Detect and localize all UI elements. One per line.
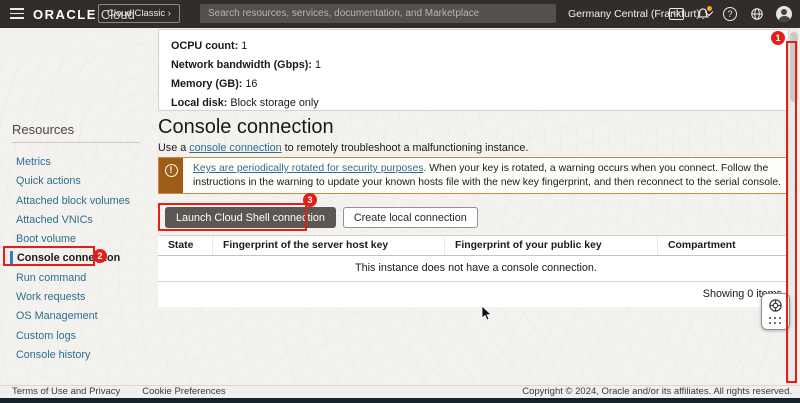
section-intro: Use a console connection to remotely tro… [158,142,528,154]
cloud-shell-icon[interactable]: <> [668,6,684,22]
column-header-state: State [158,236,213,255]
help-icon[interactable]: ? [722,6,738,22]
copyright-text: Copyright © 2024, Oracle and/or its affi… [522,386,792,397]
notifications-bell-icon[interactable] [695,6,711,22]
detail-local-disk: Local disk: Block storage only [171,94,781,113]
oracle-cloud-console: ORACLECloud Cloud Classic › Germany Cent… [0,0,800,403]
annotation-box-launch-button [158,203,307,231]
console-connection-link[interactable]: console connection [189,142,281,154]
cookie-preferences-link[interactable]: Cookie Preferences [142,386,225,397]
warning-icon: ! [165,164,178,177]
detail-ocpu-count: OCPU count: 1 [171,37,781,56]
user-avatar[interactable] [776,6,792,22]
mouse-cursor [481,305,493,322]
warning-icon-panel: ! [159,158,183,193]
column-header-server-host-key: Fingerprint of the server host key [213,236,445,255]
sidebar-item-attached-block-volumes[interactable]: Attached block volumes [0,192,158,211]
notification-dot [707,6,712,11]
create-local-connection-button[interactable]: Create local connection [343,207,478,228]
table-header-row: State Fingerprint of the server host key… [158,236,794,256]
sidebar-item-work-requests[interactable]: Work requests [0,288,158,307]
column-header-public-key: Fingerprint of your public key [445,236,658,255]
sidebar-item-quick-actions[interactable]: Quick actions [0,172,158,191]
section-title: Console connection [158,116,334,139]
search-input[interactable] [200,4,556,23]
sidebar-item-run-command[interactable]: Run command [0,269,158,288]
column-header-compartment: Compartment [658,236,794,255]
keys-rotated-link[interactable]: Keys are periodically rotated for securi… [193,163,423,174]
topbar-icons: <> ? [668,0,792,28]
detail-network-bandwidth: Network bandwidth (Gbps): 1 [171,56,781,75]
sidebar-item-custom-logs[interactable]: Custom logs [0,327,158,346]
sidebar-item-attached-vnics[interactable]: Attached VNICs [0,211,158,230]
sidebar-item-os-management[interactable]: OS Management [0,307,158,326]
annotation-step-2: 2 [93,249,107,263]
sidebar-divider [11,142,140,143]
table-empty-message: This instance does not have a console co… [158,256,794,282]
console-connections-table: State Fingerprint of the server host key… [158,235,794,307]
sidebar-heading: Resources [12,122,74,137]
annotation-step-1: 1 [771,31,785,45]
life-ring-help-icon[interactable] [768,298,783,313]
table-items-count: Showing 0 items [158,282,794,307]
terms-of-use-link[interactable]: Terms of Use and Privacy [12,386,120,397]
page-footer: Terms of Use and Privacy Cookie Preferen… [0,385,800,398]
sidebar-item-console-history[interactable]: Console history [0,346,158,365]
detail-memory: Memory (GB): 16 [171,75,781,94]
bottom-dark-strip [0,398,800,403]
instance-details-card: OCPU count: 1 Network bandwidth (Gbps): … [158,29,794,111]
cloud-classic-button[interactable]: Cloud Classic › [98,4,180,23]
globe-language-icon[interactable] [749,6,765,22]
top-navigation-bar: ORACLECloud Cloud Classic › Germany Cent… [0,0,800,28]
annotation-box-scrollbar [786,41,797,383]
annotation-box-console-connection [3,246,95,266]
warning-text: Keys are periodically rotated for securi… [183,158,793,193]
apps-grid-icon[interactable] [769,317,782,325]
annotation-step-3: 3 [303,193,317,207]
hamburger-menu-icon[interactable] [10,8,24,19]
sidebar-item-metrics[interactable]: Metrics [0,153,158,172]
brand-oracle: ORACLE [33,7,97,22]
warning-banner: ! Keys are periodically rotated for secu… [158,157,794,194]
